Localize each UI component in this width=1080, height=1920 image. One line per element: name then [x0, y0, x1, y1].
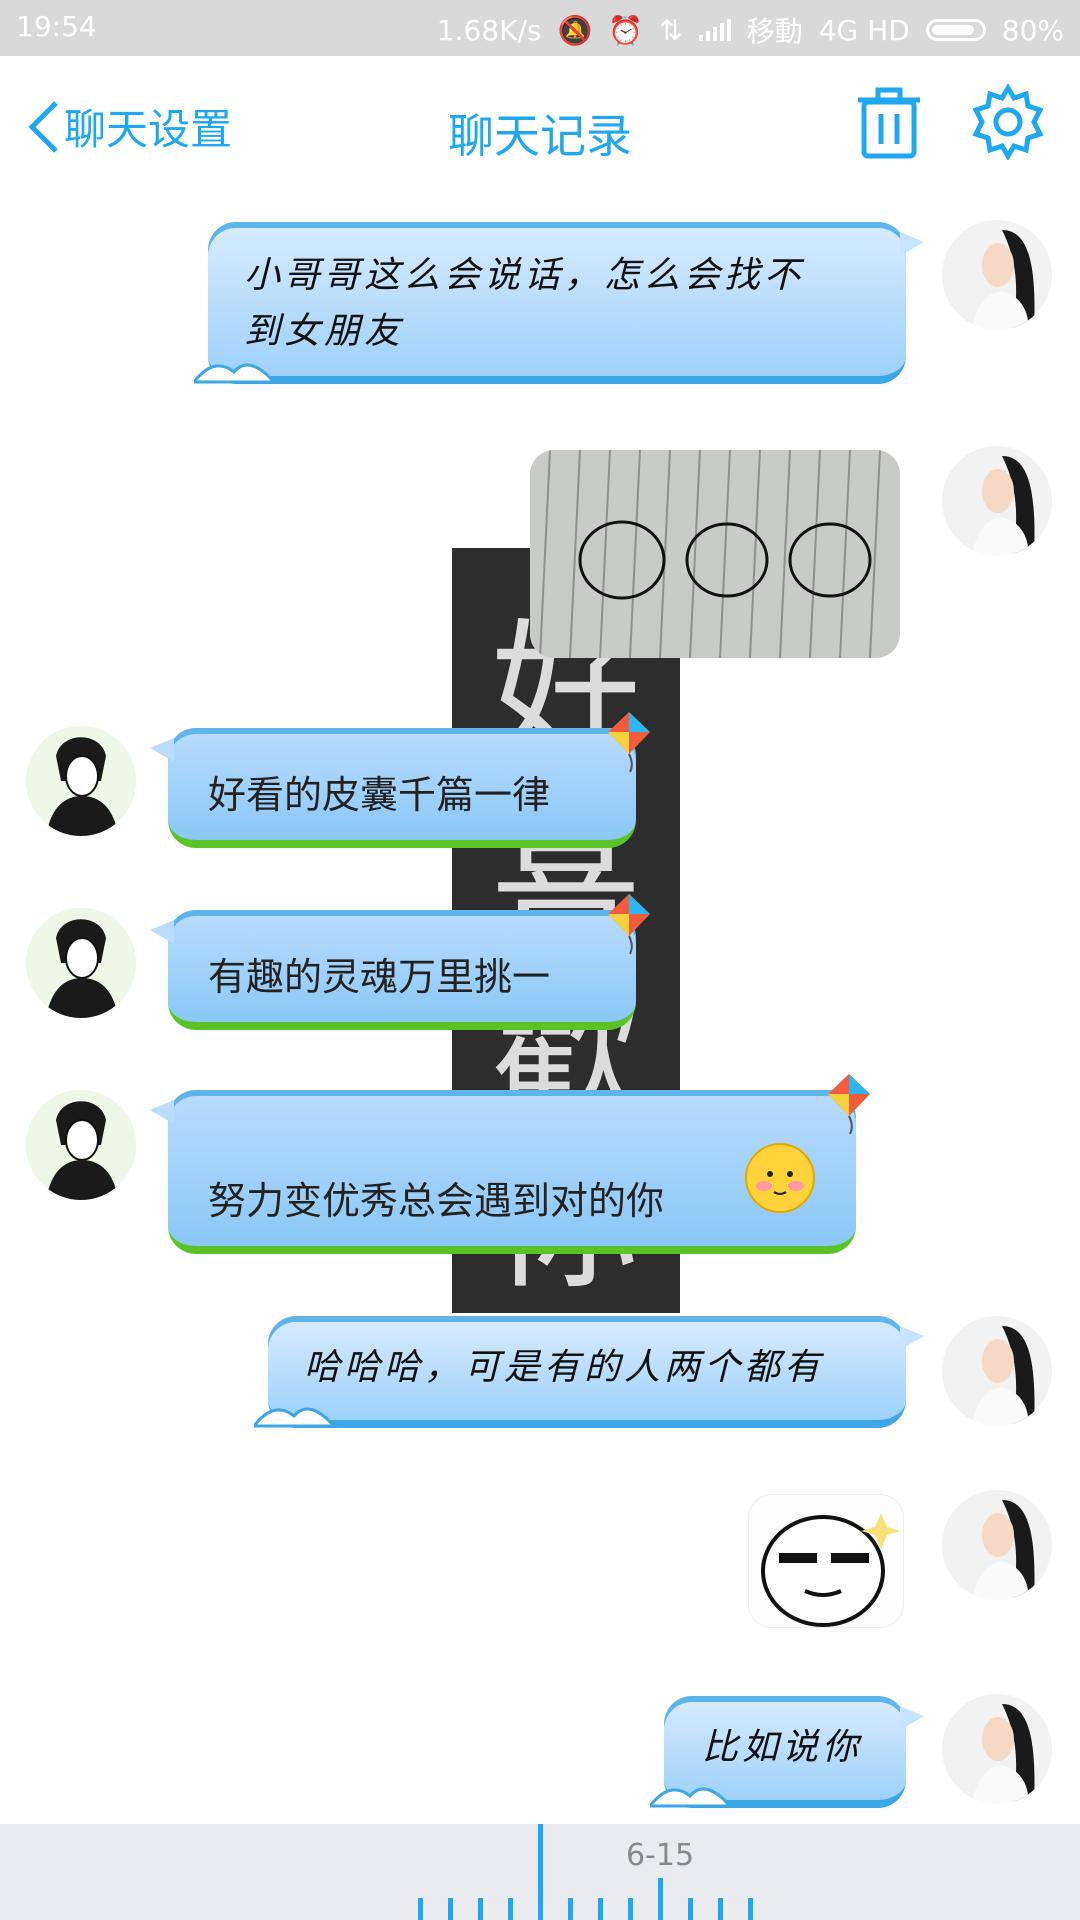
timeline-tick	[508, 1898, 513, 1920]
avatar[interactable]	[26, 1090, 136, 1200]
bubble-tail	[150, 920, 174, 944]
message-line: 到女朋友	[244, 311, 405, 352]
message-line: 小哥哥这么会说话，怎么会找不	[244, 255, 805, 296]
avatar[interactable]	[942, 220, 1052, 330]
chat-bubble-incoming[interactable]: 努力变优秀总会遇到对的你	[150, 1074, 870, 1254]
status-bar: 19:54 1.68K/s 🔕 ⏰ ⇅ 移動 4G HD 80%	[0, 0, 1080, 56]
message-text: 哈哈哈，可是有的人两个都有	[304, 1347, 825, 1388]
bubble-tail	[150, 1100, 174, 1124]
image-message[interactable]	[530, 450, 900, 658]
mute-icon: 🔕	[557, 13, 593, 47]
message-text: 小哥哥这么会说话，怎么会找不 到女朋友	[244, 248, 804, 360]
battery-percent: 80%	[1001, 13, 1064, 47]
timeline-tick	[748, 1898, 753, 1920]
data-transfer-icon: ⇅	[659, 13, 683, 47]
battery-icon	[925, 19, 986, 41]
sticker-message[interactable]	[748, 1494, 904, 1628]
chat-bubble-incoming[interactable]: 有趣的灵魂万里挑一	[150, 894, 650, 1030]
date-timeline[interactable]: 6-15	[0, 1824, 1080, 1920]
bubble-tail	[900, 232, 924, 256]
gear-icon[interactable]	[970, 84, 1046, 160]
timeline-tick	[718, 1898, 723, 1920]
net-speed: 1.68K/s	[436, 13, 542, 47]
bubble-tail	[150, 738, 174, 762]
network-label: 4G HD	[818, 13, 910, 47]
carrier-label: 移動	[746, 15, 803, 48]
message-text: 好看的皮囊千篇一律	[208, 775, 551, 817]
title-bar: 聊天设置 聊天记录	[0, 56, 1080, 196]
avatar[interactable]	[26, 726, 136, 836]
bubble-tail	[900, 1706, 924, 1730]
message-text: 努力变优秀总会遇到对的你	[208, 1181, 665, 1223]
wave-icon	[650, 1787, 730, 1808]
timeline-tick	[418, 1898, 423, 1920]
kite-icon	[608, 894, 650, 955]
timeline-tick	[448, 1898, 453, 1920]
bubble-tail	[900, 1326, 924, 1350]
avatar[interactable]	[942, 1490, 1052, 1600]
kite-icon	[608, 712, 650, 773]
message-text: 比如说你	[702, 1727, 863, 1768]
timeline-tick	[658, 1878, 663, 1920]
avatar[interactable]	[942, 1316, 1052, 1426]
timeline-tick	[478, 1898, 483, 1920]
status-time: 19:54	[16, 10, 97, 43]
chat-bubble-outgoing[interactable]: 比如说你	[650, 1696, 924, 1808]
timeline-tick	[598, 1898, 603, 1920]
kite-icon	[828, 1074, 870, 1135]
message-text: 有趣的灵魂万里挑一	[208, 957, 551, 999]
chat-bubble-incoming[interactable]: 好看的皮囊千篇一律	[150, 712, 650, 848]
sketch-cats-image	[530, 450, 900, 658]
chat-bubble-outgoing[interactable]: 哈哈哈，可是有的人两个都有	[254, 1316, 924, 1428]
avatar[interactable]	[942, 446, 1052, 556]
wave-icon	[254, 1407, 334, 1428]
timeline-cursor[interactable]	[538, 1824, 543, 1920]
timeline-tick	[688, 1898, 693, 1920]
meme-face-sticker	[761, 1513, 901, 1627]
chat-bubble-outgoing[interactable]: 小哥哥这么会说话，怎么会找不 到女朋友	[194, 222, 924, 384]
timeline-tick	[628, 1898, 633, 1920]
timeline-tick	[568, 1898, 573, 1920]
alarm-icon: ⏰	[608, 13, 644, 47]
blushing-face-icon	[745, 1143, 815, 1213]
avatar[interactable]	[942, 1694, 1052, 1804]
status-right-group: 1.68K/s 🔕 ⏰ ⇅ 移動 4G HD 80%	[437, 10, 1064, 50]
trash-icon[interactable]	[856, 86, 922, 160]
wave-icon	[194, 363, 274, 384]
avatar[interactable]	[26, 908, 136, 1018]
signal-icon	[698, 19, 731, 41]
